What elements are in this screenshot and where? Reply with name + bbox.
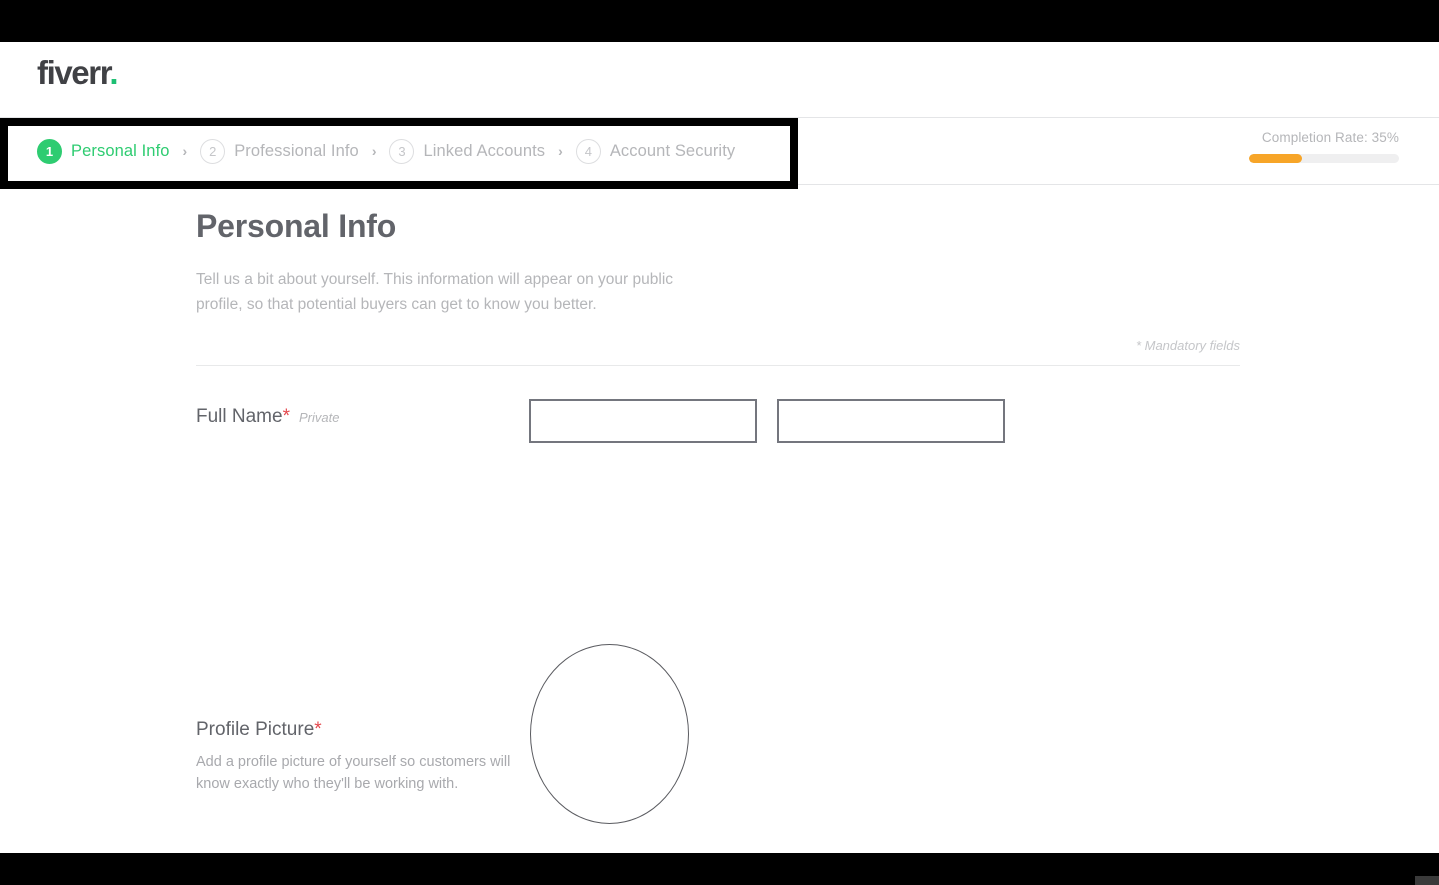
step-2-number: 2 — [200, 138, 226, 164]
avatar-upload-circle[interactable] — [530, 644, 689, 825]
step-3-number: 3 — [389, 138, 415, 164]
page-root: fiverr. 1 Personal Info › 2 Professional… — [0, 42, 1439, 853]
step-2-label: Professional Info — [234, 141, 359, 160]
step-1-number: 1 — [37, 138, 62, 164]
steps-list: 1 Personal Info › 2 Professional Info › … — [37, 118, 735, 184]
completion-rate: Completion Rate: 35% — [1249, 130, 1399, 163]
window-resize-handle[interactable] — [1415, 876, 1439, 885]
main-content: Personal Info Tell us a bit about yourse… — [196, 208, 1240, 834]
profile-picture-title: Profile Picture* — [196, 719, 516, 741]
step-4-number: 4 — [575, 138, 601, 164]
step-linked-accounts[interactable]: 3 Linked Accounts — [389, 138, 546, 164]
profile-picture-description: Add a profile picture of yourself so cus… — [196, 754, 511, 793]
onboarding-steps-bar: 1 Personal Info › 2 Professional Info › … — [0, 118, 1439, 185]
completion-progress-track — [1249, 154, 1399, 163]
step-3-label: Linked Accounts — [423, 141, 546, 160]
step-personal-info[interactable]: 1 Personal Info — [37, 138, 170, 164]
site-header: fiverr. — [0, 42, 1439, 118]
full-name-required-asterisk: * — [282, 406, 290, 428]
logo-wordmark: fiverr — [37, 54, 111, 91]
step-professional-info[interactable]: 2 Professional Info — [200, 138, 359, 164]
logo-dot: . — [109, 54, 118, 91]
first-name-input[interactable] — [529, 399, 757, 444]
page-subtitle: Tell us a bit about yourself. This infor… — [196, 271, 674, 314]
full-name-privacy-tag: Private — [298, 410, 340, 426]
step-chevron-icon-2: › — [371, 143, 377, 159]
last-name-input[interactable] — [777, 399, 1005, 444]
step-account-security[interactable]: 4 Account Security — [575, 138, 736, 164]
full-name-label: Full Name* Private — [196, 406, 339, 428]
step-chevron-icon-3: › — [558, 143, 563, 159]
mandatory-fields-note: * Mandatory fields — [1135, 338, 1240, 354]
screenshot-top-bar — [0, 0, 1439, 42]
page-title: Personal Info — [196, 208, 397, 244]
full-name-label-text: Full Name — [196, 406, 283, 428]
full-name-row: Full Name* Private — [196, 399, 1240, 469]
section-divider — [196, 365, 1240, 367]
profile-picture-required-asterisk: * — [314, 719, 322, 741]
fiverr-logo[interactable]: fiverr. — [37, 54, 118, 91]
step-1-label: Personal Info — [71, 141, 170, 160]
profile-picture-row: Profile Picture* Add a profile picture o… — [196, 644, 1240, 834]
screenshot-bottom-bar — [0, 853, 1439, 885]
completion-progress-fill — [1249, 154, 1302, 163]
step-chevron-icon-1: › — [182, 143, 188, 159]
step-4-label: Account Security — [609, 141, 736, 160]
completion-rate-label: Completion Rate: 35% — [1261, 130, 1399, 145]
profile-picture-text: Profile Picture* Add a profile picture o… — [196, 719, 516, 795]
profile-picture-title-text: Profile Picture — [196, 719, 315, 741]
